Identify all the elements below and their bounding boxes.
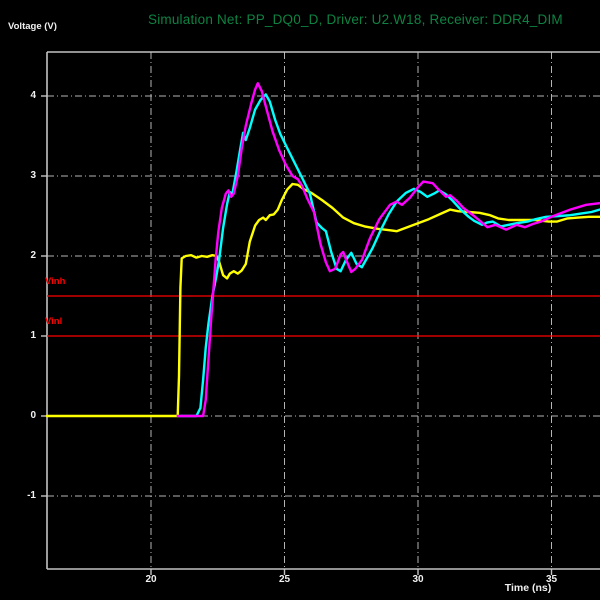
voltage-axis-label: Voltage (V) <box>8 21 57 32</box>
plot-area <box>0 0 600 600</box>
y-tick-label: -1 <box>27 490 36 501</box>
y-tick-label: 0 <box>30 410 36 421</box>
x-tick-label: 25 <box>278 574 291 585</box>
y-tick-label: 3 <box>30 170 36 181</box>
vinl-threshold-label: Vinl <box>45 316 63 327</box>
trace-yellow <box>45 182 600 418</box>
trace-magenta <box>176 81 600 418</box>
y-tick-label: 4 <box>30 90 36 101</box>
x-tick-label: 30 <box>412 574 424 585</box>
plot-title: Simulation Net: PP_DQ0_D, Driver: U2.W18… <box>148 12 563 27</box>
waveform-svg <box>41 51 600 575</box>
simulation-window: { "title": { "text": "Simulation Net: PP… <box>0 0 600 600</box>
x-tick-label: 20 <box>145 574 157 585</box>
trace-cyan <box>176 93 600 418</box>
y-tick-label: 2 <box>30 250 36 261</box>
x-tick-label: 35 <box>545 574 558 585</box>
y-tick-label: 1 <box>30 330 36 341</box>
vinh-threshold-label: Vinh <box>45 276 66 287</box>
